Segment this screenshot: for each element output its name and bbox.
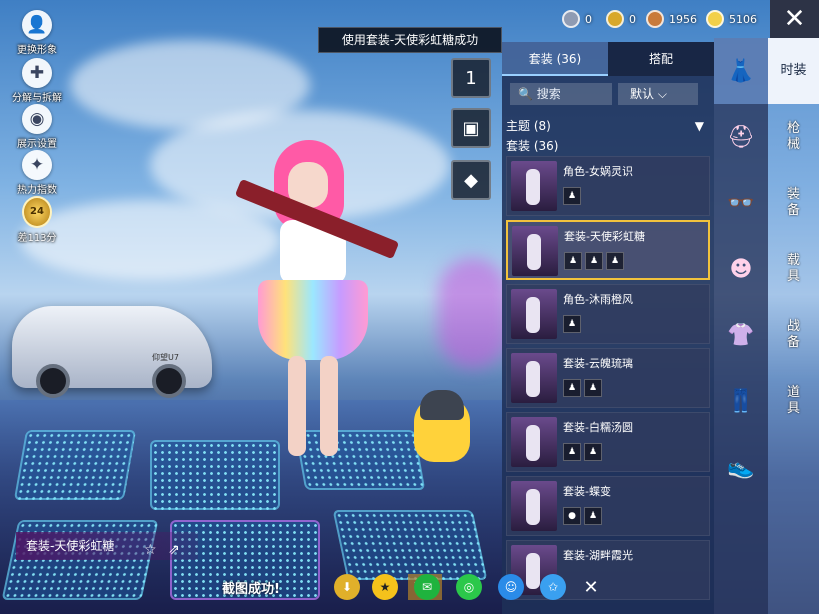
diamond-icon: ◆ [464,169,478,191]
puzzle-icon: ✚ [22,58,52,88]
outfit-item[interactable]: 套装-蝶变 ● ♟ [506,476,710,536]
shoes-icon[interactable]: 👟 [714,434,768,500]
search-input[interactable]: 🔍 搜索 [510,83,612,105]
pants-icon[interactable]: 👖 [714,368,768,434]
outfit-icon[interactable]: 👗 [714,38,768,104]
share-icon[interactable]: ⇗ [168,536,180,564]
outfit-item[interactable]: 角色-女娲灵识 ♟ [506,156,710,216]
current-outfit-label: 套装-天使彩虹糖 ☆ ⇗ [16,532,198,560]
category-items[interactable]: 道具 [785,368,803,434]
car-plate: 仰望U7 [152,353,179,362]
star-icon[interactable]: ☆ [144,536,157,564]
display-settings-button[interactable]: ◉ 展示设置 [8,104,66,150]
outfit-panel: 套装 (36) 搭配 🔍 搜索 默认 ⌵ 主题 (8) ▼ 套装 (36) 角色-… [502,42,714,614]
decompose-button[interactable]: ✚ 分解与拆解 [8,58,66,104]
wechat-icon[interactable]: ✉ [414,574,440,600]
suit-count: 套装 (36) [506,139,559,153]
coin-silver-icon [562,10,580,28]
flame-icon: ✦ [22,150,52,180]
backpack-icon: ▣ [462,117,480,139]
currency-uc: 5106 [706,8,757,30]
currency-silver: 0 [562,8,592,30]
tab-suits[interactable]: 套装 (36) [502,42,608,76]
user-icon: 👤 [22,10,52,40]
top-icon[interactable]: 👚 [714,302,768,368]
toast-message: 使用套装-天使彩虹糖成功 [318,27,502,53]
glasses-icon[interactable]: 👓 [714,170,768,236]
category-names: 时装 枪械 装备 载具 战备 道具 [768,38,819,614]
outfit-item[interactable]: 套装-湖畔霞光 [506,540,710,600]
chevron-down-icon: ⌵ [657,87,667,101]
car: 仰望U7 [12,306,212,398]
search-icon: 🔍 [518,87,533,101]
mask-icon[interactable]: ☻ [714,236,768,302]
category-fashion[interactable]: 时装 [768,38,819,104]
rank-badge[interactable]: 24 差113分 [8,196,66,244]
category-icons: 👗 ⛑ 👓 ☻ 👚 👖 👟 [714,38,768,614]
category-guns[interactable]: 枪械 [785,104,803,170]
slot-diamond[interactable]: ◆ [451,160,491,200]
peace-elite-icon[interactable]: ★ [372,574,398,600]
sort-dropdown[interactable]: 默认 ⌵ [618,83,698,105]
player-character [228,140,400,470]
wardrobe-icon: 1 [465,67,477,89]
qq-icon[interactable]: ☺ [498,574,524,600]
slot-wardrobe[interactable]: 1 [451,58,491,98]
coin-bronze-icon [646,10,664,28]
uc-coin-icon [706,10,724,28]
triangle-down-icon: ▼ [694,118,704,133]
pet-chick [414,390,470,462]
eye-icon: ◉ [22,104,52,134]
helmet-icon[interactable]: ⛑ [714,104,768,170]
qzone-icon[interactable]: ✩ [540,574,566,600]
moments-icon[interactable]: ◎ [456,574,482,600]
download-icon[interactable]: ⬇ [334,574,360,600]
heat-index-button[interactable]: ✦ 热力指数 [8,150,66,196]
close-icon: ✕ [783,4,806,34]
category-preparation[interactable]: 战备 [785,302,803,368]
panel-tabs: 套装 (36) 搭配 [502,42,714,76]
outfit-item[interactable]: 套装-云魄琉璃 ♟ ♟ [506,348,710,408]
currency-bronze: 1956 [646,8,697,30]
screenshot-message: 截图成功! [222,582,280,597]
tab-combos[interactable]: 搭配 [608,42,714,76]
category-vehicles[interactable]: 载具 [785,236,803,302]
outfit-item[interactable]: 角色-沐雨橙风 ♟ [506,284,710,344]
category-equipment[interactable]: 装备 [785,170,803,236]
outfit-item-selected[interactable]: 套装-天使彩虹糖 ♟ ♟ ♟ [506,220,710,280]
change-avatar-button[interactable]: 👤 更换形象 [8,10,66,56]
rank-icon: 24 [22,196,52,228]
close-share-icon[interactable]: ✕ [578,574,604,600]
outfit-item[interactable]: 套装-白糯汤圆 ♟ ♟ [506,412,710,472]
slot-backpack[interactable]: ▣ [451,108,491,148]
theme-filter[interactable]: 主题 (8) ▼ [502,112,714,136]
coin-gold-a-icon [606,10,624,28]
close-button[interactable]: ✕ [770,0,819,38]
currency-gold: 0 [606,8,636,30]
